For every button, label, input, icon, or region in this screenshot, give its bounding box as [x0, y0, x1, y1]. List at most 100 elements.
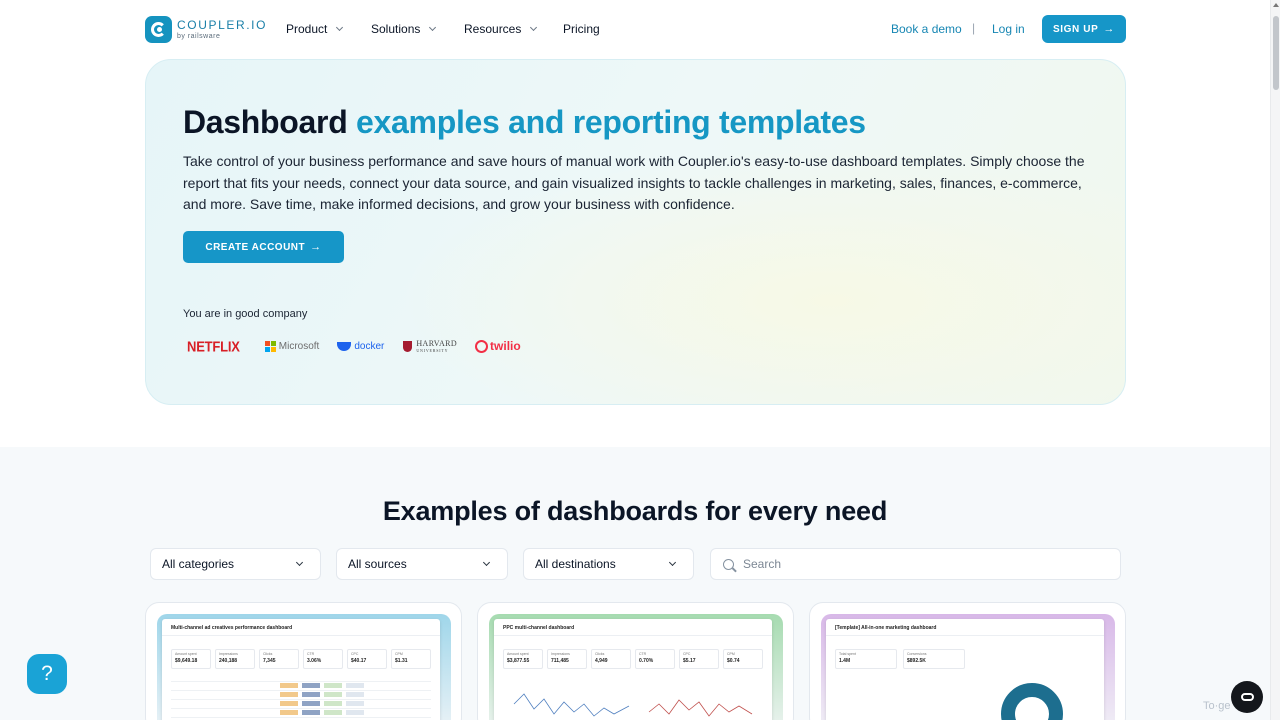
dashboard-card[interactable]: Multi-channel ad creatives performance d… [145, 602, 462, 720]
coupler-logo[interactable]: COUPLER.IO by railsware [145, 16, 267, 43]
scroll-up-icon[interactable] [1273, 3, 1279, 7]
sources-dropdown[interactable]: All sources [336, 548, 508, 580]
login-link[interactable]: Log in [992, 22, 1025, 36]
harvard-shield-icon [403, 340, 413, 352]
twilio-logo-icon [475, 339, 489, 353]
arrow-right-icon: → [310, 241, 322, 253]
help-button[interactable]: ? [27, 654, 67, 694]
preview-line-chart [513, 693, 753, 717]
kpi-label: CPM [395, 652, 403, 656]
dashboard-preview: Multi-channel ad creatives performance d… [162, 619, 440, 720]
examples-title: Examples of dashboards for every need [382, 496, 888, 526]
kpi-tile: CPM $0.74 [723, 649, 763, 669]
preview-series-line [648, 699, 753, 717]
chevron-down-icon [336, 23, 344, 32]
table-cell [324, 692, 342, 697]
kpi-tile: CTR 0.70% [635, 649, 675, 669]
kpi-label: Clicks [263, 652, 273, 656]
kpi-value: 7,345 [263, 658, 276, 664]
cookie-icon [1240, 693, 1254, 701]
harvard-logo: HARVARD UNIVERSITY [403, 339, 457, 353]
kpi-tile: Amount spent $9,649.18 [171, 649, 211, 669]
scroll-thumb[interactable] [1273, 16, 1279, 90]
kpi-label: Clicks [595, 652, 605, 656]
company-label: You are in good company [183, 308, 308, 320]
brand-sub: by railsware [177, 33, 221, 40]
nav-product[interactable]: Product [286, 22, 344, 36]
search-input[interactable] [743, 557, 1103, 571]
search-icon [723, 558, 734, 570]
dashboard-preview-title: Multi-channel ad creatives performance d… [171, 625, 293, 631]
kpi-label: CPM [727, 652, 735, 656]
preview-donut-chart [1001, 683, 1063, 720]
nav-solutions[interactable]: Solutions [371, 22, 437, 36]
page-scrollbar[interactable] [1270, 0, 1280, 720]
nav-resources[interactable]: Resources [464, 22, 538, 36]
chevron-down-icon [295, 558, 304, 567]
twilio-logo: twilio [475, 339, 521, 353]
preview-divider [826, 635, 1104, 636]
kpi-tile: Total spent 1.4M [835, 649, 897, 669]
netflix-logo: NETFLIX [187, 337, 240, 355]
dashboard-card[interactable]: [Template] All-in-one marketing dashboar… [809, 602, 1126, 720]
table-cell [302, 692, 320, 697]
docker-whale-icon [337, 341, 352, 351]
docker-logo: docker [337, 341, 384, 352]
hero-section: Dashboard examples and reporting templat… [145, 59, 1126, 405]
kpi-label: Total spent [839, 652, 856, 656]
preview-divider [494, 635, 772, 636]
preview-divider [162, 635, 440, 636]
kpi-label: CTR [307, 652, 315, 656]
categories-dropdown[interactable]: All categories [150, 548, 321, 580]
destinations-dropdown[interactable]: All destinations [523, 548, 694, 580]
microsoft-logo: Microsoft [264, 340, 319, 352]
chevron-down-icon [530, 23, 538, 32]
create-account-button[interactable]: CREATE ACCOUNT → [183, 231, 344, 263]
chevron-down-icon [482, 558, 491, 567]
kpi-label: CPC [683, 652, 691, 656]
kpi-value: 0.70% [639, 658, 654, 664]
kpi-label: CTR [639, 652, 647, 656]
hero-title-accent: examples and reporting templates [356, 104, 866, 140]
hero-description: Take control of your business performanc… [183, 153, 1085, 212]
dashboard-preview-title: [Template] All-in-one marketing dashboar… [835, 625, 937, 631]
kpi-tile: Amount spent $3,877.55 [503, 649, 543, 669]
examples-section: Examples of dashboards for every need Al… [0, 447, 1270, 720]
kpi-tile: Clicks 4,949 [591, 649, 631, 669]
chevron-down-icon [668, 558, 677, 567]
translate-widget[interactable]: To·ge [1203, 700, 1231, 712]
kpi-label: CPC [351, 652, 359, 656]
kpi-tile: CPM $1.31 [391, 649, 431, 669]
cookie-settings-button[interactable] [1231, 681, 1263, 713]
dashboard-preview: PPC multi-channel dashboard Amount spent $… [494, 619, 772, 720]
kpi-value: $40.17 [351, 658, 367, 664]
microsoft-logo-icon [264, 340, 276, 352]
nav-separator: | [972, 21, 976, 35]
book-demo-link[interactable]: Book a demo [891, 22, 962, 36]
dashboard-card[interactable]: PPC multi-channel dashboard Amount spent $… [477, 602, 794, 720]
kpi-tile: CPC $40.17 [347, 649, 387, 669]
kpi-tile: Impressions 711,485 [547, 649, 587, 669]
kpi-label: Impressions [551, 652, 570, 656]
table-cell [346, 701, 364, 706]
table-cell [324, 710, 342, 715]
kpi-label: Amount spent [175, 652, 197, 656]
table-row [171, 681, 431, 682]
table-row [171, 699, 431, 700]
search-box[interactable] [710, 548, 1121, 580]
signup-button[interactable]: SIGN UP → [1042, 15, 1126, 43]
site-header: COUPLER.IO by railsware Product Solution… [0, 0, 1270, 58]
table-row [171, 708, 431, 709]
table-row [171, 690, 431, 691]
kpi-tile: CPC $5.17 [679, 649, 719, 669]
kpi-tile: Conversions $892.5K [903, 649, 965, 669]
table-cell [302, 710, 320, 715]
table-cell [324, 701, 342, 706]
table-cell [346, 692, 364, 697]
preview-series-line [513, 693, 630, 717]
table-cell [280, 701, 298, 706]
kpi-value: $3,877.55 [507, 658, 530, 664]
hero-title: Dashboard examples and reporting templat… [183, 104, 866, 140]
kpi-label: Amount spent [507, 652, 529, 656]
nav-pricing[interactable]: Pricing [563, 22, 600, 36]
